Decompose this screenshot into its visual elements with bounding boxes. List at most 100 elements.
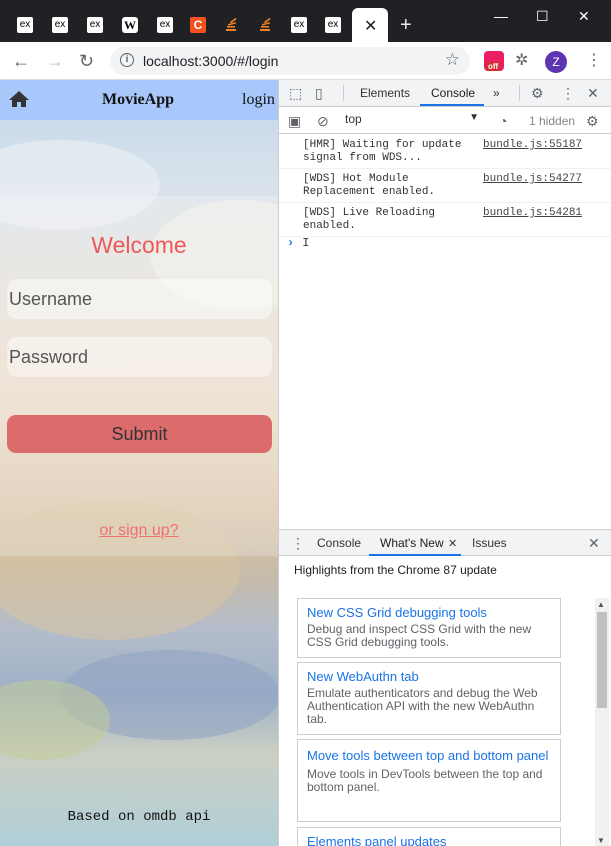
divider bbox=[343, 85, 344, 101]
drawer-tab-issues[interactable]: Issues bbox=[472, 536, 507, 550]
tab-ex-3[interactable]: ex bbox=[87, 17, 103, 33]
card-description: Move tools in DevTools between the top a… bbox=[307, 767, 543, 794]
bookmark-star-icon[interactable]: ☆ bbox=[445, 50, 460, 70]
card-title[interactable]: New WebAuthn tab bbox=[307, 667, 551, 687]
whats-new-card[interactable]: New CSS Grid debugging tools Debug and i… bbox=[297, 598, 561, 658]
app-navbar: MovieApp login bbox=[0, 80, 278, 120]
tab-ex-1[interactable]: ex bbox=[17, 17, 33, 33]
whats-new-card[interactable]: Elements panel updates bbox=[297, 827, 561, 846]
reload-icon[interactable]: ↻ bbox=[79, 51, 94, 72]
drawer-menu-icon[interactable]: ⋮ bbox=[291, 535, 305, 552]
live-expression-icon[interactable]: ◔ bbox=[499, 113, 507, 129]
active-tab-indicator bbox=[369, 554, 461, 556]
stackoverflow-icon bbox=[260, 17, 271, 31]
active-tab[interactable]: ✕ bbox=[352, 8, 388, 42]
profile-avatar[interactable]: Z bbox=[545, 51, 567, 73]
app-viewport: MovieApp login Welcome Submit or sign up… bbox=[0, 80, 278, 846]
new-tab-button[interactable]: + bbox=[400, 14, 412, 37]
divider bbox=[519, 85, 520, 101]
console-log-entry: [WDS] Live Reloading enabled. bundle.js:… bbox=[279, 203, 611, 237]
close-tab-icon[interactable]: ✕ bbox=[364, 16, 377, 36]
log-message: [WDS] Live Reloading enabled. bbox=[303, 207, 436, 232]
console-log-entry: [HMR] Waiting for update signal from WDS… bbox=[279, 135, 611, 169]
username-input[interactable] bbox=[7, 279, 272, 319]
card-description: Debug and inspect CSS Grid with the new … bbox=[307, 622, 532, 649]
maximize-icon[interactable]: ☐ bbox=[536, 8, 549, 25]
chevron-down-icon: ▼ bbox=[469, 112, 479, 123]
tab-stackoverflow-2[interactable] bbox=[257, 17, 273, 33]
highlights-title: Highlights from the Chrome 87 update bbox=[294, 563, 497, 577]
console-settings-gear-icon[interactable]: ⚙ bbox=[586, 113, 599, 130]
tab-elements[interactable]: Elements bbox=[360, 86, 410, 100]
log-message: [WDS] Hot Module Replacement enabled. bbox=[303, 173, 436, 198]
tab-ex-6[interactable]: ex bbox=[325, 17, 341, 33]
back-icon[interactable]: ← bbox=[12, 51, 30, 72]
log-source-link[interactable]: bundle.js:55187 bbox=[483, 139, 582, 151]
log-source-link[interactable]: bundle.js:54281 bbox=[483, 207, 582, 219]
nav-login-link[interactable]: login bbox=[242, 91, 275, 109]
tab-c[interactable]: C bbox=[190, 17, 206, 33]
whats-new-card[interactable]: New WebAuthn tab Emulate authenticators … bbox=[297, 662, 561, 735]
scroll-up-icon[interactable]: ▲ bbox=[597, 600, 605, 609]
address-bar[interactable]: i localhost:3000/#/login ☆ bbox=[110, 47, 470, 75]
scroll-down-icon[interactable]: ▼ bbox=[597, 836, 605, 845]
more-tabs-button[interactable]: » bbox=[493, 86, 500, 100]
log-message: [HMR] Waiting for update signal from WDS… bbox=[303, 139, 462, 164]
console-input[interactable]: I bbox=[302, 236, 309, 250]
context-value: top bbox=[345, 112, 362, 126]
app-brand[interactable]: MovieApp bbox=[102, 91, 174, 109]
whats-new-card[interactable]: Move tools between top and bottom panel … bbox=[297, 739, 561, 822]
extensions-puzzle-icon[interactable]: ✲ bbox=[515, 50, 528, 70]
extension-icon[interactable]: off bbox=[484, 51, 504, 71]
tab-ex-5[interactable]: ex bbox=[291, 17, 307, 33]
stackoverflow-icon bbox=[226, 17, 237, 31]
close-devtools-icon[interactable]: ✕ bbox=[587, 85, 599, 102]
close-whats-new-icon[interactable]: ✕ bbox=[448, 537, 457, 550]
tab-ex-4[interactable]: ex bbox=[157, 17, 173, 33]
browser-toolbar: ← → ↻ i localhost:3000/#/login ☆ off ✲ Z… bbox=[0, 42, 611, 80]
minimize-icon[interactable]: — bbox=[494, 8, 508, 24]
console-log-entry: [WDS] Hot Module Replacement enabled. bu… bbox=[279, 169, 611, 203]
url-text[interactable]: localhost:3000/#/login bbox=[143, 53, 278, 69]
browser-tab-strip: ex ex ex W ex C ex ex ✕ + — ☐ ✕ bbox=[0, 0, 611, 42]
card-title[interactable]: Move tools between top and bottom panel bbox=[307, 744, 551, 768]
close-window-icon[interactable]: ✕ bbox=[578, 8, 590, 25]
settings-gear-icon[interactable]: ⚙ bbox=[531, 85, 544, 102]
device-toolbar-icon[interactable]: ▯ bbox=[315, 85, 323, 102]
drawer-tabbar: ⋮ Console What's New ✕ Issues ✕ bbox=[279, 530, 611, 556]
tab-stackoverflow-1[interactable] bbox=[223, 17, 239, 33]
password-input[interactable] bbox=[7, 337, 272, 377]
devtools-drawer: ⋮ Console What's New ✕ Issues ✕ Highligh… bbox=[279, 529, 611, 846]
clear-console-icon[interactable]: ⊘ bbox=[317, 113, 329, 130]
context-select[interactable]: top ▼ bbox=[345, 112, 481, 130]
site-info-icon[interactable]: i bbox=[120, 53, 134, 67]
close-drawer-icon[interactable]: ✕ bbox=[588, 535, 600, 552]
extension-off-badge: off bbox=[486, 62, 501, 71]
prompt-chevron-icon: › bbox=[287, 236, 295, 250]
submit-button[interactable]: Submit bbox=[7, 415, 272, 453]
card-title[interactable]: New CSS Grid debugging tools bbox=[307, 603, 551, 623]
drawer-tab-whats-new[interactable]: What's New bbox=[380, 536, 444, 550]
home-icon[interactable] bbox=[8, 90, 30, 108]
card-title[interactable]: Elements panel updates bbox=[307, 832, 551, 846]
drawer-tab-console[interactable]: Console bbox=[317, 536, 361, 550]
tab-console[interactable]: Console bbox=[431, 86, 475, 100]
scrollbar-thumb[interactable] bbox=[597, 612, 607, 708]
console-prompt[interactable]: › I bbox=[287, 236, 309, 250]
browser-menu-icon[interactable]: ⋮ bbox=[586, 50, 602, 70]
console-toolbar: ▣ ⊘ top ▼ ◔ 1 hidden ⚙ bbox=[279, 108, 611, 134]
welcome-heading: Welcome bbox=[91, 232, 187, 258]
devtools-main-tabbar: ⬚ ▯ Elements Console » ⚙ ⋮ ✕ bbox=[279, 80, 611, 107]
inspect-element-icon[interactable]: ⬚ bbox=[289, 85, 302, 102]
forward-icon[interactable]: → bbox=[46, 51, 64, 72]
log-source-link[interactable]: bundle.js:54277 bbox=[483, 173, 582, 185]
devtools-menu-icon[interactable]: ⋮ bbox=[561, 85, 575, 102]
tab-wikipedia[interactable]: W bbox=[122, 17, 138, 33]
hidden-messages-count[interactable]: 1 hidden bbox=[529, 114, 575, 128]
devtools-panel: ⬚ ▯ Elements Console » ⚙ ⋮ ✕ ▣ ⊘ top ▼ ◔… bbox=[278, 80, 611, 846]
signup-link[interactable]: or sign up? bbox=[0, 522, 278, 540]
tab-ex-2[interactable]: ex bbox=[52, 17, 68, 33]
show-sidebar-icon[interactable]: ▣ bbox=[288, 113, 301, 130]
footer-text: Based on omdb api bbox=[67, 809, 211, 825]
active-tab-indicator bbox=[420, 104, 484, 106]
